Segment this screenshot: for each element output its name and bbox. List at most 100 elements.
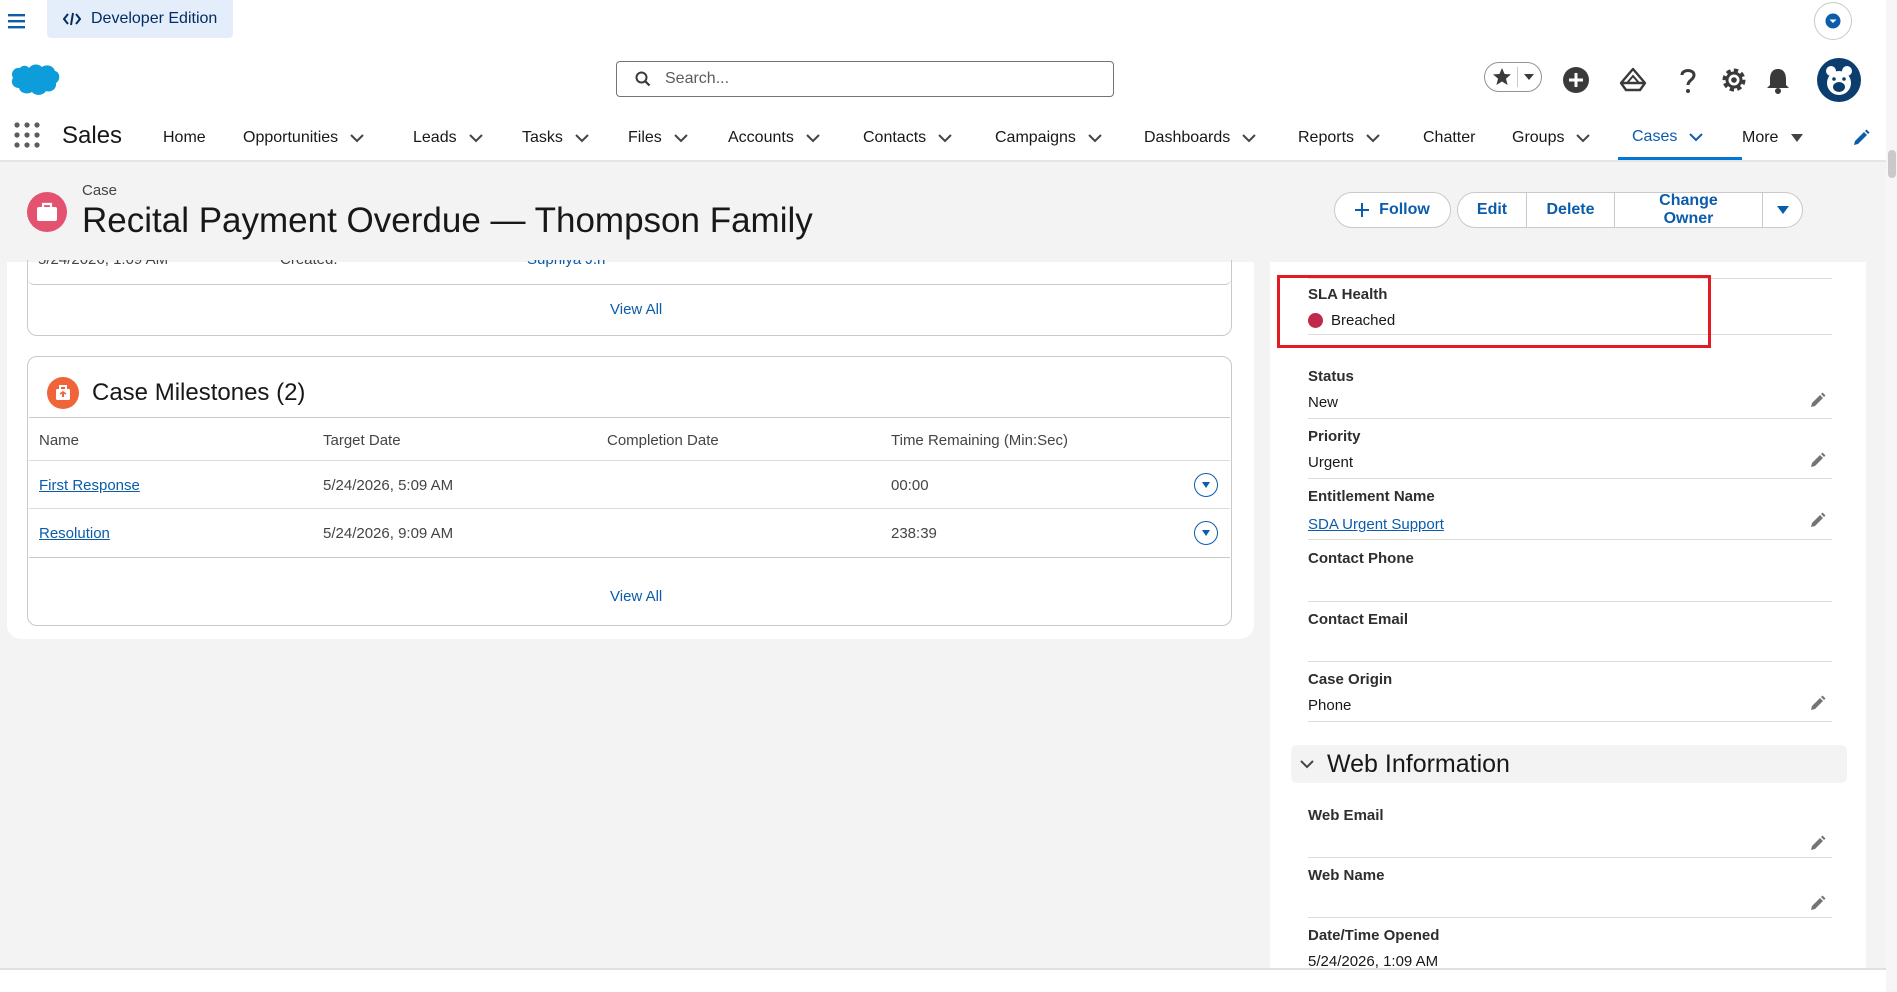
field-value: Phone [1308, 697, 1352, 714]
setup-gear-icon[interactable] [1720, 66, 1748, 94]
milestone-time-remaining: 238:39 [891, 525, 937, 542]
chevron-down-icon[interactable] [938, 131, 952, 145]
plus-icon [1355, 203, 1370, 217]
edit-pencil-icon[interactable] [1810, 452, 1826, 468]
history-action: Created. [280, 260, 338, 268]
global-search-box[interactable] [616, 61, 1114, 97]
entitlement-link[interactable]: SDA Urgent Support [1308, 516, 1444, 533]
nav-tab-label: Campaigns [995, 129, 1076, 146]
edit-pencil-icon[interactable] [1810, 695, 1826, 711]
hamburger-menu-icon[interactable] [6, 10, 30, 34]
scrollbar-thumb[interactable] [1888, 150, 1896, 178]
chevron-down-icon[interactable] [1088, 131, 1102, 145]
app-navigation-bar: Sales Home Opportunities Leads Tasks Fil… [0, 116, 1886, 163]
field-web-name: Web Name [1308, 865, 1832, 918]
favorites-chevron-down-icon[interactable] [1522, 70, 1536, 84]
edit-pencil-icon[interactable] [1810, 835, 1826, 851]
row-actions-chevron-down-icon[interactable] [1194, 521, 1218, 545]
search-icon [635, 71, 651, 87]
global-actions-plus-icon[interactable] [1562, 66, 1590, 94]
nav-more-menu[interactable]: More [1742, 116, 1804, 160]
nav-tab-cases[interactable]: Cases [1618, 116, 1742, 160]
column-header-target-date[interactable]: Target Date [323, 432, 401, 449]
developer-edition-badge[interactable]: Developer Edition [47, 0, 234, 38]
edit-pencil-icon[interactable] [1810, 392, 1826, 408]
record-title: Recital Payment Overdue — Thompson Famil… [82, 201, 813, 240]
nav-tab-tasks[interactable]: Tasks [522, 116, 589, 160]
milestone-target-date: 5/24/2026, 9:09 AM [323, 525, 454, 542]
chevron-down-icon[interactable] [1576, 131, 1591, 145]
column-header-completion-date[interactable]: Completion Date [607, 432, 719, 449]
nav-tab-accounts[interactable]: Accounts [728, 116, 820, 160]
chevron-down-icon[interactable] [674, 131, 688, 145]
nav-tab-reports[interactable]: Reports [1298, 116, 1380, 160]
help-question-icon[interactable] [1674, 66, 1702, 94]
chevron-down-icon [1299, 756, 1315, 772]
change-owner-button[interactable]: Change Owner [1615, 192, 1763, 228]
nav-tab-campaigns[interactable]: Campaigns [995, 116, 1102, 160]
edit-pencil-icon[interactable] [1810, 895, 1826, 911]
history-user-link[interactable]: Suphiya J.h [527, 260, 605, 268]
nav-tab-leads[interactable]: Leads [413, 116, 483, 160]
field-label: Date/Time Opened [1308, 927, 1440, 944]
milestones-view-all-link[interactable]: View All [610, 588, 662, 605]
notifications-bell-icon[interactable] [1764, 66, 1792, 94]
field-label: Priority [1308, 428, 1361, 445]
app-launcher-grid-icon[interactable] [13, 121, 41, 149]
nav-tab-label: Leads [413, 129, 457, 146]
chevron-down-icon[interactable] [350, 131, 364, 145]
nav-tab-dashboards[interactable]: Dashboards [1144, 116, 1256, 160]
chevron-down-icon[interactable] [806, 131, 820, 145]
page-scrollbar[interactable] [1886, 0, 1897, 990]
user-avatar[interactable] [1817, 58, 1861, 102]
search-input[interactable] [663, 69, 1087, 89]
field-priority: Priority Urgent [1308, 426, 1832, 479]
chevron-down-icon[interactable] [1689, 130, 1704, 144]
column-header-name[interactable]: Name [39, 432, 79, 449]
row-actions-chevron-down-icon[interactable] [1194, 473, 1218, 497]
milestone-target-date: 5/24/2026, 5:09 AM [323, 477, 454, 494]
utility-dropdown-button[interactable] [1814, 2, 1852, 40]
nav-tab-files[interactable]: Files [628, 116, 688, 160]
more-actions-button[interactable] [1763, 192, 1803, 228]
chevron-down-icon[interactable] [468, 131, 483, 145]
nav-tab-label: Home [163, 129, 206, 146]
field-contact-phone: Contact Phone [1308, 548, 1832, 602]
field-label: Case Origin [1308, 671, 1393, 688]
edit-nav-pencil-icon[interactable] [1852, 129, 1870, 147]
history-view-all-link[interactable]: View All [610, 301, 662, 318]
chevron-down-icon[interactable] [1366, 131, 1380, 145]
app-name: Sales [62, 122, 123, 149]
nav-tab-contacts[interactable]: Contacts [863, 116, 952, 160]
chevron-down-icon [1825, 13, 1841, 29]
history-date: 5/24/2026, 1:09 AM [38, 260, 168, 268]
edit-button[interactable]: Edit [1457, 192, 1527, 228]
field-contact-email: Contact Email [1308, 609, 1832, 662]
column-header-time-remaining[interactable]: Time Remaining (Min:Sec) [891, 432, 1068, 449]
follow-button[interactable]: Follow [1334, 192, 1451, 228]
web-information-section-header[interactable]: Web Information [1291, 745, 1847, 783]
edit-pencil-icon[interactable] [1810, 512, 1826, 528]
chevron-down-icon[interactable] [575, 131, 589, 145]
main-content-column: 5/24/2026, 1:09 AM Created. Suphiya J.h … [7, 260, 1254, 639]
utility-bar: Developer Edition [0, 0, 1886, 49]
milestone-name-link[interactable]: First Response [39, 477, 140, 494]
chevron-down-icon[interactable] [1242, 131, 1256, 145]
sla-health-highlight-box [1277, 275, 1711, 348]
nav-tab-opportunities[interactable]: Opportunities [243, 116, 364, 160]
code-icon [63, 12, 81, 26]
milestone-name-link[interactable]: Resolution [39, 525, 110, 542]
trailhead-guidance-icon[interactable] [1619, 66, 1647, 94]
nav-tab-groups[interactable]: Groups [1512, 116, 1591, 160]
field-case-origin: Case Origin Phone [1308, 669, 1832, 722]
milestone-icon [47, 377, 79, 409]
nav-tab-label: Accounts [728, 129, 794, 146]
salesforce-logo[interactable] [8, 62, 60, 98]
delete-button[interactable]: Delete [1527, 192, 1615, 228]
milestone-time-remaining: 00:00 [891, 477, 929, 494]
nav-tab-chatter[interactable]: Chatter [1423, 116, 1475, 160]
nav-tab-label: Groups [1512, 129, 1565, 146]
nav-tab-home[interactable]: Home [163, 116, 206, 160]
star-icon[interactable] [1491, 66, 1513, 88]
field-web-email: Web Email [1308, 805, 1832, 858]
